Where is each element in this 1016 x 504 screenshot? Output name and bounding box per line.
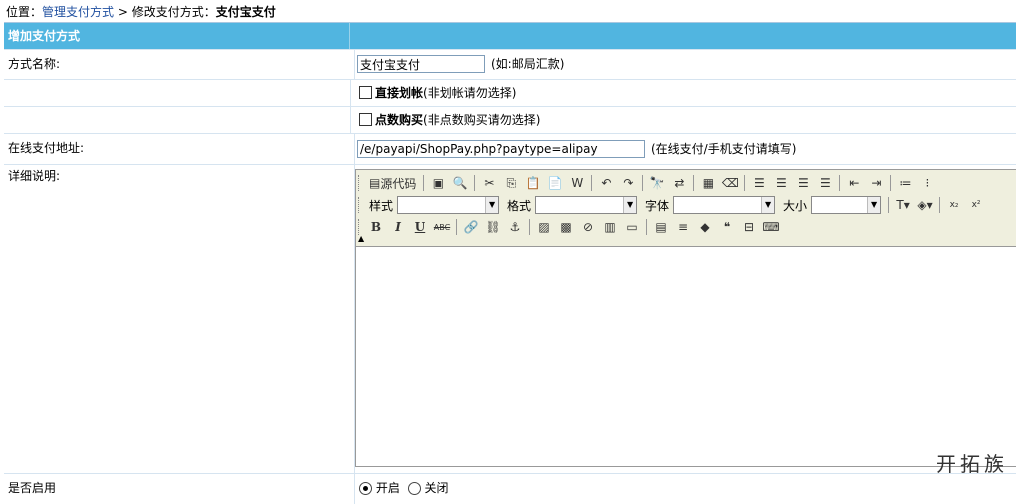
chevron-down-icon: ▼ <box>867 197 881 213</box>
special-char-icon[interactable]: ◆ <box>696 218 714 236</box>
editor-content-area[interactable] <box>356 246 1016 466</box>
direct-row: 直接划帐(非划帐请勿选择) <box>4 80 1016 107</box>
url-row: 在线支付地址: (在线支付/手机支付请填写) <box>4 134 1016 165</box>
name-label: 方式名称: <box>4 50 355 79</box>
breadcrumb-middle: 修改支付方式： <box>131 5 216 19</box>
page-break-icon[interactable]: ⊟ <box>740 218 758 236</box>
remove-format-icon[interactable]: ⌫ <box>721 174 739 192</box>
replace-icon[interactable]: ⇄ <box>670 174 688 192</box>
font-label: 字体 <box>645 198 670 213</box>
find-icon[interactable]: 🔭 <box>648 174 666 192</box>
align-justify-icon[interactable]: ☰ <box>816 174 834 192</box>
superscript-icon[interactable]: x² <box>967 196 985 214</box>
chevron-down-icon: ▼ <box>623 197 637 213</box>
editor-toolbar-row-3: B I U ABC 🔗 ⛓ ⚓ ▨ ▩ ⊘ ▥ ▭ ▤ ≡ ◆ ❝ ⊟ ⌨ <box>358 216 782 238</box>
font-select[interactable]: ▼ <box>673 196 776 214</box>
points-label: 点数购买 <box>375 113 424 127</box>
source-button[interactable]: ▤ 源代码 <box>367 174 418 192</box>
direct-label: 直接划帐 <box>375 86 424 100</box>
paste-icon[interactable]: 📋 <box>524 174 542 192</box>
desc-label: 详细说明: <box>4 165 355 473</box>
style-label: 样式 <box>369 198 394 213</box>
page-icon[interactable]: ▭ <box>623 218 641 236</box>
align-center-icon[interactable]: ☰ <box>772 174 790 192</box>
preview-icon[interactable]: ▣ <box>429 174 447 192</box>
breadcrumb-current: 支付宝支付 <box>215 5 276 19</box>
subscript-icon[interactable]: x₂ <box>945 196 963 214</box>
name-input[interactable] <box>357 55 485 73</box>
image-icon[interactable]: ▨ <box>535 218 553 236</box>
breadcrumb-sep: > <box>114 5 132 19</box>
blockquote-icon[interactable]: ❝ <box>718 218 736 236</box>
copy-icon[interactable]: ⎘ <box>502 174 520 192</box>
form-header-title: 增加支付方式 <box>4 23 350 49</box>
chevron-down-icon: ▼ <box>761 197 775 213</box>
select-all-icon[interactable]: ▦ <box>699 174 717 192</box>
underline-icon[interactable]: U <box>411 218 429 236</box>
direct-hint: (非划帐请勿选择) <box>423 86 517 100</box>
format-select[interactable]: ▼ <box>535 196 638 214</box>
rich-text-editor: ▤ 源代码 ▣ 🔍 ✂ ⎘ 📋 📄 W ↶ ↷ 🔭 ⇄ ▦ ⌫ ☰ ☰ ☰ ☰ … <box>355 169 1016 467</box>
enable-off-label: 关闭 <box>424 481 449 495</box>
code-icon[interactable]: ⌨ <box>762 218 780 236</box>
points-hint: (非点数购买请勿选择) <box>423 113 541 127</box>
text-color-icon[interactable]: T▾ <box>894 196 912 214</box>
name-row: 方式名称: (如:邮局汇款) <box>4 50 1016 80</box>
enable-on-radio[interactable] <box>359 482 372 495</box>
enable-label: 是否启用 <box>4 474 355 504</box>
url-hint: (在线支付/手机支付请填写) <box>651 142 797 156</box>
points-checkbox[interactable] <box>359 113 372 126</box>
size-label: 大小 <box>783 198 808 213</box>
horizontal-rule-icon[interactable]: ≡ <box>674 218 692 236</box>
link-icon[interactable]: 🔗 <box>462 218 480 236</box>
paste-text-icon[interactable]: 📄 <box>546 174 564 192</box>
form-table: 增加支付方式 方式名称: (如:邮局汇款) 直接划帐(非划帐请勿选择) 点数购买… <box>4 22 1016 504</box>
print-preview-icon[interactable]: 🔍 <box>451 174 469 192</box>
points-row: 点数购买(非点数购买请勿选择) <box>4 107 1016 134</box>
chevron-down-icon: ▼ <box>485 197 499 213</box>
strikethrough-icon[interactable]: ABC <box>433 218 451 236</box>
watermark: 开拓族 <box>936 452 1008 476</box>
size-select[interactable]: ▼ <box>811 196 882 214</box>
attachment-icon[interactable]: ▥ <box>601 218 619 236</box>
flash-icon[interactable]: ▩ <box>557 218 575 236</box>
align-right-icon[interactable]: ☰ <box>794 174 812 192</box>
breadcrumb: 位置：管理支付方式 > 修改支付方式：支付宝支付 <box>6 4 276 20</box>
bullet-list-icon[interactable]: ⁝ <box>918 174 936 192</box>
cut-icon[interactable]: ✂ <box>480 174 498 192</box>
bg-color-icon[interactable]: ◈▾ <box>916 196 934 214</box>
style-select[interactable]: ▼ <box>397 196 500 214</box>
collapse-toolbar-icon[interactable]: ▲ <box>358 234 364 243</box>
editor-toolbar-row-1: ▤ 源代码 ▣ 🔍 ✂ ⎘ 📋 📄 W ↶ ↷ 🔭 ⇄ ▦ ⌫ ☰ ☰ ☰ ☰ … <box>358 172 938 194</box>
enable-off-radio[interactable] <box>407 482 421 495</box>
undo-icon[interactable]: ↶ <box>597 174 615 192</box>
url-label: 在线支付地址: <box>4 134 355 164</box>
enable-row: 是否启用 开启 关闭 <box>4 474 1016 504</box>
align-left-icon[interactable]: ☰ <box>750 174 768 192</box>
anchor-icon[interactable]: ⚓ <box>506 218 524 236</box>
form-header-row: 增加支付方式 <box>4 23 1016 50</box>
indent-icon[interactable]: ⇥ <box>867 174 885 192</box>
source-icon: ▤ <box>369 176 381 190</box>
direct-checkbox[interactable] <box>359 86 372 99</box>
url-input[interactable] <box>357 140 645 158</box>
redo-icon[interactable]: ↷ <box>619 174 637 192</box>
source-label: 源代码 <box>380 176 417 191</box>
outdent-icon[interactable]: ⇤ <box>845 174 863 192</box>
unlink-icon[interactable]: ⛓ <box>484 218 502 236</box>
editor-toolbar-row-2: 样式 ▼ 格式 ▼ 字体 ▼ 大小 ▼ T▾ ◈▾ x₂ x² <box>358 194 987 216</box>
desc-row: 详细说明: ▤ 源代码 ▣ 🔍 ✂ ⎘ 📋 📄 W ↶ ↷ 🔭 ⇄ ▦ ⌫ ☰ … <box>4 165 1016 474</box>
breadcrumb-prefix: 位置： <box>6 5 43 19</box>
paste-word-icon[interactable]: W <box>568 174 586 192</box>
italic-icon[interactable]: I <box>389 218 407 236</box>
enable-on-label: 开启 <box>375 481 400 495</box>
format-label: 格式 <box>507 198 532 213</box>
media-icon[interactable]: ⊘ <box>579 218 597 236</box>
name-hint: (如:邮局汇款) <box>491 57 565 71</box>
bold-icon[interactable]: B <box>367 218 385 236</box>
breadcrumb-link-manage-payment[interactable]: 管理支付方式 <box>42 5 114 19</box>
numbered-list-icon[interactable]: ≔ <box>896 174 914 192</box>
table-icon[interactable]: ▤ <box>652 218 670 236</box>
